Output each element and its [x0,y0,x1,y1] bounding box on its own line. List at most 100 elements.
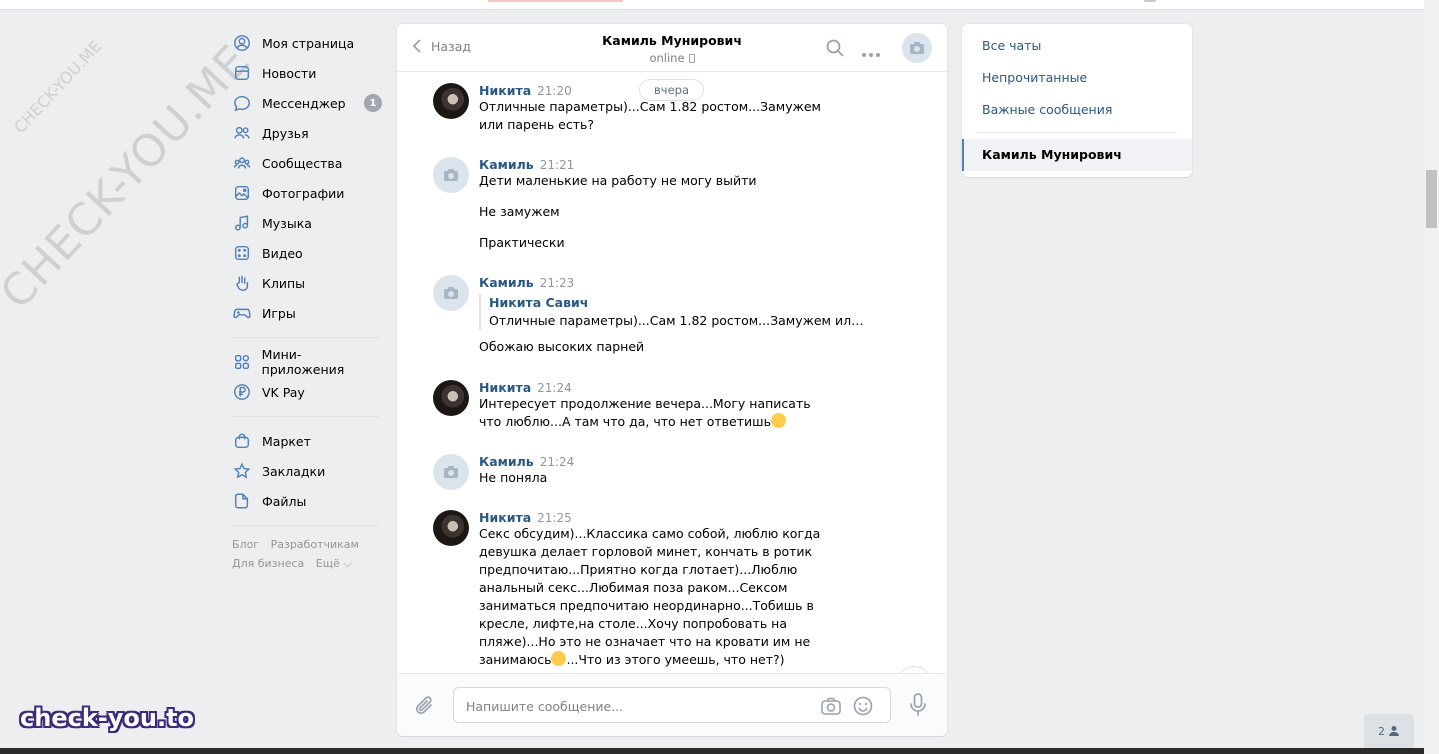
watermark-large: CHECK-YOU.ME [0,35,261,319]
status-text: online [649,51,685,65]
message-author[interactable]: Никита [479,510,531,525]
message-input-box[interactable] [453,687,891,723]
nav-label: Сообщества [262,155,343,171]
nav-label: Музыка [262,215,312,231]
message-time[interactable]: 21:20 [537,84,572,98]
nav-video[interactable]: Видео [232,238,382,268]
nav-music[interactable]: Музыка [232,208,382,238]
chat-avatar[interactable] [902,33,932,63]
nav-messenger[interactable]: Мессенджер 1 [232,88,382,118]
message-input[interactable] [466,696,806,716]
music-icon [232,213,252,233]
message-text: Практически [479,235,565,250]
camera-icon[interactable] [820,696,842,719]
panel-divider [977,132,1177,133]
nav-market[interactable]: Маркет [232,426,382,456]
video-icon [232,243,252,263]
avatar[interactable] [433,275,469,311]
message-text: Не замужем [479,204,560,219]
forwarded-author[interactable]: Никита Савич [489,294,869,312]
nav-divider [232,416,380,417]
nav-label: Мессенджер [262,95,346,111]
clips-icon [232,273,252,293]
files-icon [232,491,252,511]
page-scrollbar[interactable] [1424,0,1439,754]
nav-mini-apps[interactable]: Мини-приложения [232,347,382,377]
photos-icon [232,183,252,203]
nav-label: Игры [262,305,296,321]
avatar[interactable] [433,157,469,193]
header-accent [488,0,623,2]
message-author[interactable]: Никита [479,83,531,98]
nav-news[interactable]: Новости [232,58,382,88]
nav-communities[interactable]: Сообщества [232,148,382,178]
message-history[interactable]: Никита 21:20 Отличные параметры)...Сам 1.… [397,73,947,704]
nav-label: Клипы [262,275,306,291]
footer-business-link[interactable]: Для бизнеса [232,557,304,570]
filter-important[interactable]: Важные сообщения [982,102,1112,117]
microphone-icon[interactable] [909,693,927,720]
nav-label: Маркет [262,433,311,449]
footer-dev-link[interactable]: Разработчикам [271,538,359,551]
vkpay-icon [232,382,252,402]
unread-count-badge: 1 [364,94,382,112]
active-chat-item[interactable]: Камиль Мунирович [962,139,1192,171]
avatar[interactable] [433,83,469,119]
avatar[interactable] [433,454,469,490]
nav-clips[interactable]: Клипы [232,268,382,298]
mobile-icon [688,54,695,63]
footer-more-link[interactable]: Ещё ⌵ [316,557,352,570]
attach-icon[interactable] [415,695,435,720]
watermark-logo: check-you.to [20,704,195,732]
camera-icon [444,287,458,299]
avatar[interactable] [433,510,469,546]
emoji-smile-icon [551,651,567,666]
message-time[interactable]: 21:23 [540,276,575,290]
forwarded-text: Отличные параметры)...Сам 1.82 ростом...… [489,313,869,328]
chat-filters-panel: Все чаты Непрочитанные Важные сообщения … [962,24,1192,177]
nav-label: Фотографии [262,185,345,201]
camera-icon [444,169,458,181]
active-chat-label: Камиль Мунирович [982,147,1122,162]
message-composer [397,673,947,736]
games-icon [232,303,252,323]
nav-label: Новости [262,65,317,81]
message-author[interactable]: Камиль [479,157,534,172]
nav-files[interactable]: Файлы [232,486,382,516]
nav-label: Закладки [262,463,326,479]
nav-my-page[interactable]: Моя страница [232,28,382,58]
message-text: Дети маленькие на работу не могу выйти [479,173,757,188]
search-icon[interactable] [825,38,845,61]
date-separator: вчера [639,79,704,101]
nav-friends[interactable]: Друзья [232,118,382,148]
emoji-picker-icon[interactable] [853,696,873,719]
camera-icon [910,42,924,54]
taskbar-edge [0,748,1424,754]
nav-divider [232,525,380,526]
nav-vk-pay[interactable]: VK Pay [232,377,382,407]
header-avatar-edge[interactable] [1144,0,1156,2]
message-author[interactable]: Камиль [479,275,534,290]
market-icon [232,431,252,451]
message-author[interactable]: Камиль [479,454,534,469]
nav-label: VK Pay [262,384,305,400]
footer-blog-link[interactable]: Блог [232,538,259,551]
forwarded-message[interactable]: Никита Савич Отличные параметры)...Сам 1… [479,294,869,330]
nav-bookmarks[interactable]: Закладки [232,456,382,486]
message-author[interactable]: Никита [479,380,531,395]
message-time[interactable]: 21:24 [537,381,572,395]
nav-photos[interactable]: Фотографии [232,178,382,208]
message-time[interactable]: 21:25 [537,511,572,525]
nav-footer: Блог Разработчикам Для бизнеса Ещё ⌵ [232,535,382,573]
filter-all-chats[interactable]: Все чаты [982,38,1041,53]
nav-games[interactable]: Игры [232,298,382,328]
filter-unread[interactable]: Непрочитанные [982,70,1087,85]
communities-icon [232,153,252,173]
online-friends-button[interactable]: 2 [1364,714,1414,748]
avatar[interactable] [433,380,469,416]
message-time[interactable]: 21:21 [540,158,575,172]
more-icon[interactable] [861,46,881,61]
message-time[interactable]: 21:24 [540,455,575,469]
message-text: Отличные параметры)...Сам 1.82 ростом...… [479,99,821,132]
scrollbar-thumb[interactable] [1426,170,1437,228]
